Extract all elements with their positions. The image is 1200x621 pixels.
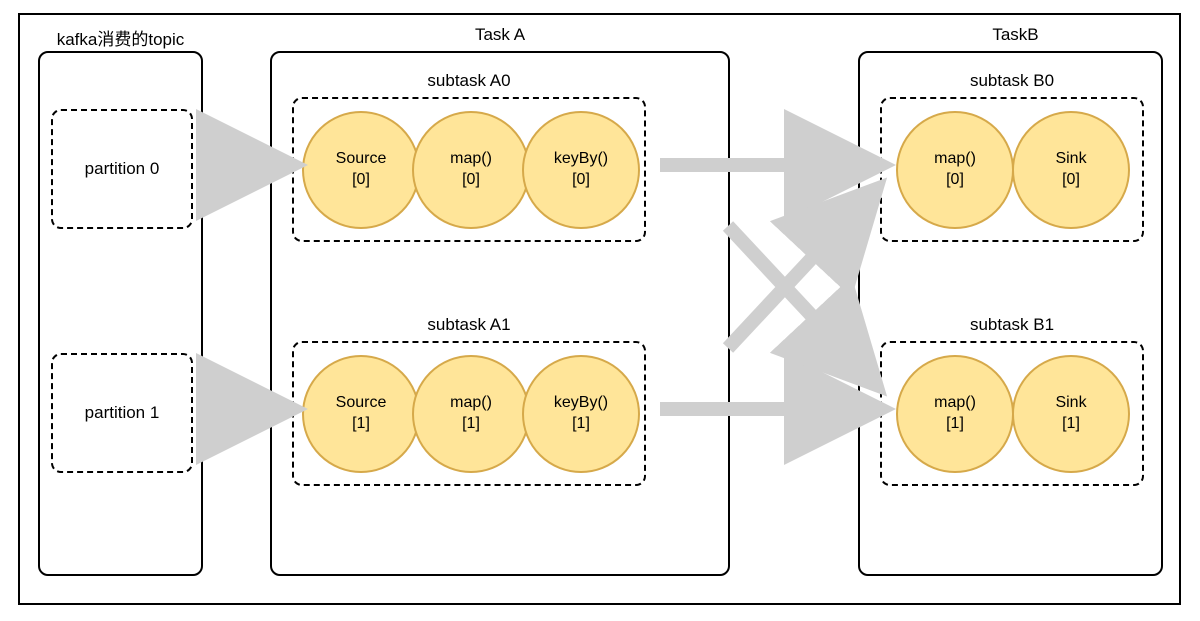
op-label: Source <box>336 149 387 170</box>
task-a-title: Task A <box>270 25 730 45</box>
op-source-0: Source [0] <box>302 111 420 229</box>
op-map-0: map() [0] <box>412 111 530 229</box>
op-index: [0] <box>572 170 590 191</box>
partition-0-label: partition 0 <box>53 159 191 179</box>
diagram-outer-frame: kafka消费的topic Task A TaskB partition 0 p… <box>18 13 1181 605</box>
op-map-b0: map() [0] <box>896 111 1014 229</box>
op-map-b1: map() [1] <box>896 355 1014 473</box>
op-source-1: Source [1] <box>302 355 420 473</box>
op-index: [1] <box>946 414 964 435</box>
op-label: keyBy() <box>554 393 608 414</box>
kafka-topic-box: partition 0 partition 1 <box>38 51 203 576</box>
task-b-title: TaskB <box>858 25 1173 45</box>
subtask-b0-title: subtask B0 <box>882 71 1142 91</box>
task-b-box: subtask B0 map() [0] Sink [0] subtask B1… <box>858 51 1163 576</box>
partition-1-label: partition 1 <box>53 403 191 423</box>
op-label: map() <box>934 149 976 170</box>
op-map-1: map() [1] <box>412 355 530 473</box>
op-label: Sink <box>1055 393 1086 414</box>
kafka-topic-title: kafka消费的topic <box>38 25 203 50</box>
partition-0-box: partition 0 <box>51 109 193 229</box>
subtask-a0-title: subtask A0 <box>294 71 644 91</box>
task-a-box: subtask A0 Source [0] map() [0] keyBy() … <box>270 51 730 576</box>
op-label: map() <box>450 393 492 414</box>
op-index: [1] <box>462 414 480 435</box>
op-sink-b1: Sink [1] <box>1012 355 1130 473</box>
subtask-a1-title: subtask A1 <box>294 315 644 335</box>
subtask-b1-box: subtask B1 map() [1] Sink [1] <box>880 341 1144 486</box>
subtask-b1-title: subtask B1 <box>882 315 1142 335</box>
op-label: map() <box>934 393 976 414</box>
op-index: [1] <box>352 414 370 435</box>
op-index: [1] <box>572 414 590 435</box>
subtask-a1-box: subtask A1 Source [1] map() [1] keyBy() … <box>292 341 646 486</box>
op-keyby-0: keyBy() [0] <box>522 111 640 229</box>
subtask-b0-box: subtask B0 map() [0] Sink [0] <box>880 97 1144 242</box>
subtask-a0-box: subtask A0 Source [0] map() [0] keyBy() … <box>292 97 646 242</box>
op-label: Source <box>336 393 387 414</box>
op-keyby-1: keyBy() [1] <box>522 355 640 473</box>
op-sink-b0: Sink [0] <box>1012 111 1130 229</box>
op-label: keyBy() <box>554 149 608 170</box>
op-label: Sink <box>1055 149 1086 170</box>
partition-1-box: partition 1 <box>51 353 193 473</box>
op-label: map() <box>450 149 492 170</box>
op-index: [1] <box>1062 414 1080 435</box>
op-index: [0] <box>462 170 480 191</box>
op-index: [0] <box>352 170 370 191</box>
op-index: [0] <box>946 170 964 191</box>
op-index: [0] <box>1062 170 1080 191</box>
